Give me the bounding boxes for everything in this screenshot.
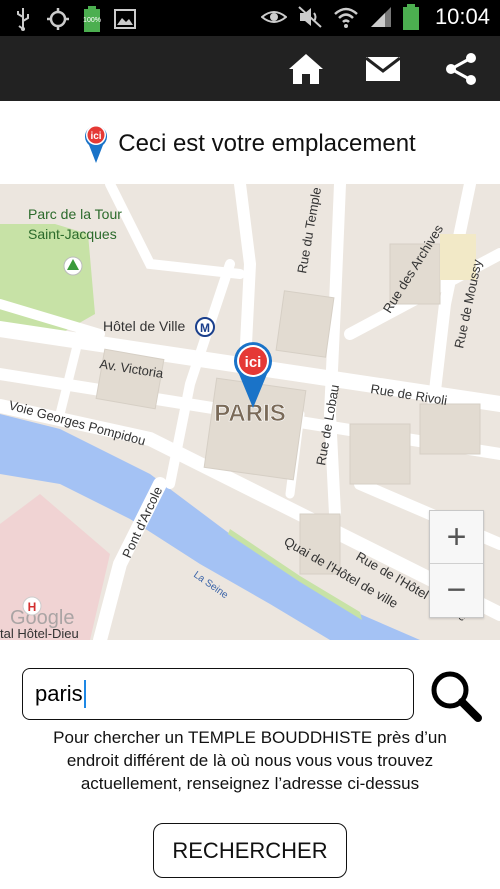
battery-full-icon [402,4,419,30]
page-title: Ceci est votre emplacement [118,130,416,157]
search-input-value: paris [35,681,83,706]
status-right-icons: 10:04 [260,4,490,30]
clock: 10:04 [434,4,490,29]
zoom-in-button[interactable]: + [430,511,483,564]
action-bar [0,36,500,101]
mute-icon [298,6,322,28]
marker-label: ici [245,354,262,371]
search-icon [431,671,482,722]
help-text: Pour chercher un TEMPLE BOUDDHISTE près … [10,726,490,795]
status-bar: 100% 10:04 [0,0,500,36]
location-pin-icon: ici [85,125,108,163]
gps-icon [47,8,69,30]
eye-icon [260,11,287,23]
status-left-icons: 100% [14,6,136,32]
share-icon [446,53,476,85]
pin-label: ici [91,131,102,142]
mail-icon [365,56,401,81]
home-icon [289,54,323,84]
share-button[interactable] [441,50,481,88]
label-hotel-de-ville: Hôtel de Ville [103,318,185,334]
rechercher-button[interactable]: RECHERCHER [153,823,347,878]
home-button[interactable] [286,50,326,88]
label-parc2: Saint-Jacques [28,226,117,242]
label-google: Google [10,607,75,629]
zoom-out-button[interactable]: − [430,564,483,616]
usb-icon [17,8,29,31]
text-cursor [83,680,86,708]
mail-button[interactable] [363,50,403,88]
image-icon [114,9,136,29]
metro-letter: M [200,321,210,335]
battery-icon: 100% [83,6,101,32]
label-parc: Parc de la Tour [28,206,122,222]
help-line-3: actuellement, renseignez l’adresse ci-de… [80,774,420,793]
help-line-2: endroit différent de là où nous vous vou… [66,751,434,770]
hospital-letter: H [28,600,37,614]
wifi-icon [334,7,358,28]
search-input[interactable]: paris [22,668,414,720]
zoom-controls: + − [429,510,484,618]
city-label: PARIS [214,400,286,427]
map-canvas: Parc de la Tour Saint-Jacques Hôtel de V… [0,184,500,640]
search-button[interactable] [428,668,484,724]
signal-icon [370,7,391,27]
map-view[interactable]: Parc de la Tour Saint-Jacques Hôtel de V… [0,184,500,640]
location-header: ici Ceci est votre emplacement [0,118,500,170]
help-line-1: Pour chercher un TEMPLE BOUDDHISTE près … [53,728,447,747]
battery-percent: 100% [83,17,101,24]
